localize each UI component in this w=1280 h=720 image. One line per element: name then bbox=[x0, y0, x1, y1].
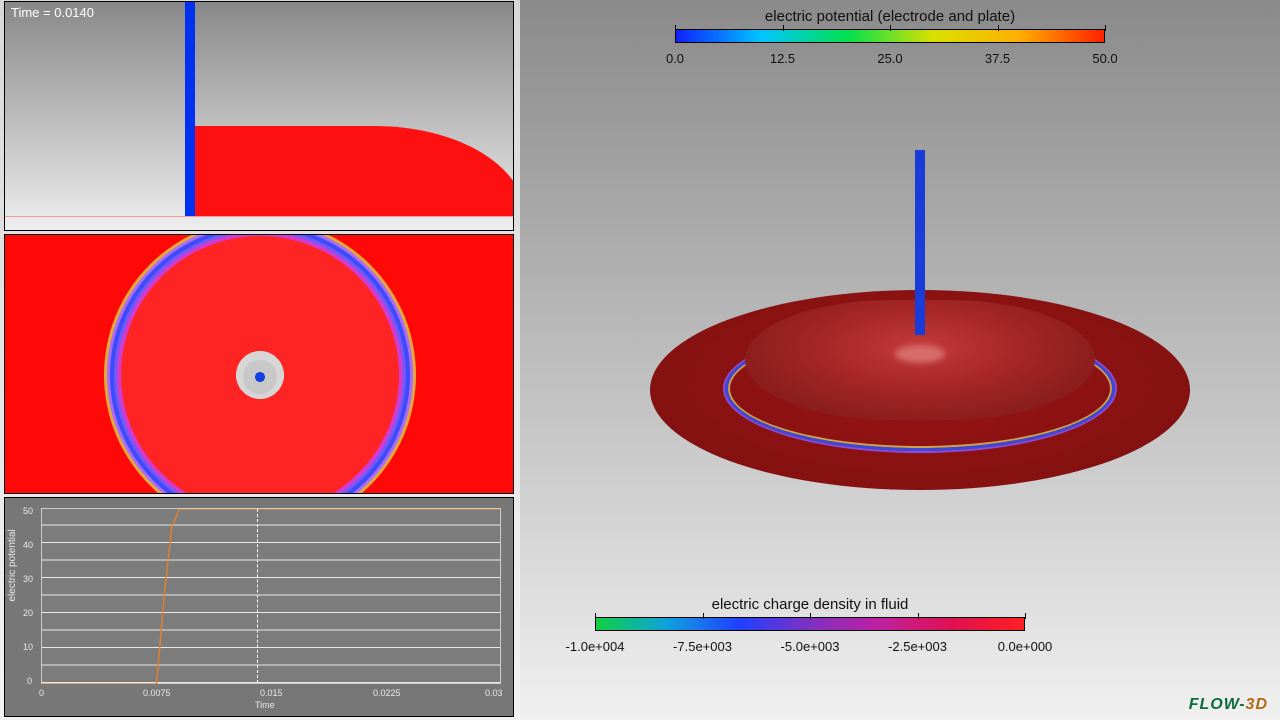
legend-tick: 12.5 bbox=[770, 51, 795, 66]
x-tick: 0.0075 bbox=[143, 688, 171, 698]
droplet-highlight bbox=[895, 345, 945, 363]
legend-charge: electric charge density in fluid -1.0e+0… bbox=[530, 596, 1090, 655]
legend-charge-colorbar bbox=[595, 617, 1025, 631]
flow3d-logo: FLOW-3D bbox=[1189, 696, 1268, 714]
logo-part2: 3D bbox=[1246, 696, 1268, 713]
timeseries-panel: electric potential 0 10 20 30 40 50 0 0.… bbox=[4, 497, 514, 717]
legend-tick: 0.0 bbox=[666, 51, 684, 66]
legend-tick: -5.0e+003 bbox=[781, 639, 840, 654]
x-tick: 0.03 bbox=[485, 688, 503, 698]
x-tick: 0 bbox=[39, 688, 44, 698]
chart-plot-area bbox=[41, 508, 501, 684]
legend-tick: 0.0e+000 bbox=[998, 639, 1053, 654]
legend-tick: -1.0e+004 bbox=[566, 639, 625, 654]
x-tick: 0.015 bbox=[260, 688, 283, 698]
x-axis-label: Time bbox=[255, 700, 275, 710]
logo-part1: FLOW- bbox=[1189, 696, 1246, 713]
y-tick: 10 bbox=[23, 642, 33, 652]
legend-potential-colorbar bbox=[675, 29, 1105, 43]
top-view-panel bbox=[4, 234, 514, 494]
y-tick: 20 bbox=[23, 608, 33, 618]
legend-tick: -7.5e+003 bbox=[673, 639, 732, 654]
side-view-panel: Time = 0.0140 bbox=[4, 1, 514, 231]
legend-tick: 50.0 bbox=[1092, 51, 1117, 66]
legend-charge-title: electric charge density in fluid bbox=[530, 596, 1090, 613]
legend-tick: -2.5e+003 bbox=[888, 639, 947, 654]
y-tick: 30 bbox=[23, 574, 33, 584]
y-axis-label: electric potential bbox=[7, 529, 18, 601]
y-tick: 40 bbox=[23, 540, 33, 550]
electrode-side-view bbox=[185, 2, 195, 216]
legend-tick: 37.5 bbox=[985, 51, 1010, 66]
chart-time-cursor bbox=[257, 509, 258, 683]
y-tick: 50 bbox=[23, 506, 33, 516]
x-tick: 0.0225 bbox=[373, 688, 401, 698]
time-readout: Time = 0.0140 bbox=[11, 5, 94, 20]
legend-potential-title: electric potential (electrode and plate) bbox=[640, 8, 1140, 25]
droplet-cross-section bbox=[185, 126, 514, 216]
legend-potential: electric potential (electrode and plate)… bbox=[640, 8, 1140, 67]
plate-baseline bbox=[5, 216, 513, 217]
chart-series-line bbox=[42, 509, 500, 684]
electrode-top-view bbox=[243, 360, 277, 394]
y-tick: 0 bbox=[27, 676, 32, 686]
electrode-3d bbox=[915, 150, 925, 335]
legend-tick: 25.0 bbox=[877, 51, 902, 66]
